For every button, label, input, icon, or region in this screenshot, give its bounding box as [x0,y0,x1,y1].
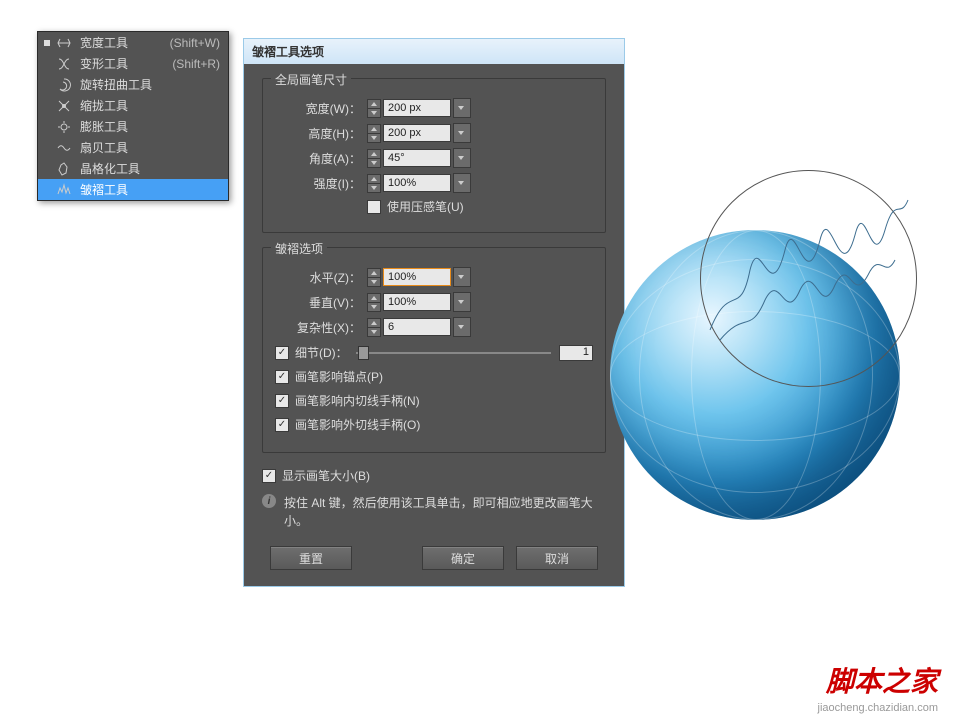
intan-checkbox[interactable] [275,394,289,408]
intensity-label: 强度(I)： [275,175,361,192]
pucker-icon [56,98,72,114]
selected-marker [44,40,50,46]
intensity-dropdown[interactable] [453,173,471,193]
tool-shortcut: (Shift+W) [170,36,220,50]
complex-dropdown[interactable] [453,317,471,337]
horiz-step-up[interactable] [367,268,381,277]
global-brush-group: 全局画笔尺寸 宽度(W)：高度(H)：角度(A)：强度(I)： 使用压感笔(U) [262,78,606,233]
complex-input[interactable] [383,318,451,336]
height-step-up[interactable] [367,124,381,133]
crystal-icon [56,161,72,177]
tool-label: 变形工具 [80,55,172,72]
tool-label: 膨胀工具 [80,118,220,135]
wrinkle-tool-options-dialog: 皱褶工具选项 全局画笔尺寸 宽度(W)： 高度(H)： 角度(A)： 强度(I)： 使… [243,38,625,587]
vert-label: 垂直(V)： [275,294,361,311]
tool-label: 晶格化工具 [80,160,220,177]
tool-shortcut: (Shift+R) [172,57,220,71]
slider-handle[interactable] [358,346,369,360]
height-input[interactable] [383,124,451,142]
horiz-input[interactable] [383,268,451,286]
width-label: 宽度(W)： [275,100,361,117]
width-dropdown[interactable] [453,98,471,118]
tool-item-wrinkle[interactable]: 皱褶工具 [38,179,228,200]
tool-item-bloat[interactable]: 膨胀工具 [38,116,228,137]
showbrush-label: 显示画笔大小(B) [282,467,370,484]
dialog-title: 皱褶工具选项 [244,39,624,64]
angle-label: 角度(A)： [275,150,361,167]
reset-button[interactable]: 重置 [270,546,352,570]
tool-label: 皱褶工具 [80,181,220,198]
group-label: 皱褶选项 [271,240,327,257]
angle-input[interactable] [383,149,451,167]
tool-item-warp[interactable]: 变形工具(Shift+R) [38,53,228,74]
showbrush-checkbox[interactable] [262,469,276,483]
ok-button[interactable]: 确定 [422,546,504,570]
height-label: 高度(H)： [275,125,361,142]
tip: i 按住 Alt 键，然后使用该工具单击，即可相应地更改画笔大小。 [262,494,606,530]
horiz-dropdown[interactable] [453,267,471,287]
cancel-button[interactable]: 取消 [516,546,598,570]
complex-label: 复杂性(X)： [275,319,361,336]
wrinkle-icon [56,182,72,198]
complex-step-down[interactable] [367,327,381,337]
vert-input[interactable] [383,293,451,311]
width-input[interactable] [383,99,451,117]
intensity-step-up[interactable] [367,174,381,183]
anchor-label: 画笔影响锚点(P) [295,368,383,385]
tool-item-twirl[interactable]: 旋转扭曲工具 [38,74,228,95]
bloat-icon [56,119,72,135]
twirl-icon [56,77,72,93]
vert-step-down[interactable] [367,302,381,312]
info-icon: i [262,494,276,508]
tool-item-pucker[interactable]: 缩拢工具 [38,95,228,116]
tip-text: 按住 Alt 键，然后使用该工具单击，即可相应地更改画笔大小。 [284,494,606,530]
width-step-down[interactable] [367,108,381,118]
watermark-sub: jiaocheng.chazidian.com [818,702,938,714]
intensity-input[interactable] [383,174,451,192]
height-step-down[interactable] [367,133,381,143]
tool-item-crystal[interactable]: 晶格化工具 [38,158,228,179]
width-step-up[interactable] [367,99,381,108]
angle-dropdown[interactable] [453,148,471,168]
tool-item-width[interactable]: 宽度工具(Shift+W) [38,32,228,53]
wrinkle-options-group: 皱褶选项 水平(Z)：垂直(V)：复杂性(X)： 细节(D)： 1 画笔影响锚点… [262,247,606,453]
tool-label: 缩拢工具 [80,97,220,114]
group-label: 全局画笔尺寸 [271,71,351,88]
pressure-label: 使用压感笔(U) [387,198,464,215]
tool-palette: 宽度工具(Shift+W)变形工具(Shift+R)旋转扭曲工具缩拢工具膨胀工具… [37,31,229,201]
horiz-step-down[interactable] [367,277,381,287]
height-dropdown[interactable] [453,123,471,143]
wrinkle-path [690,180,920,380]
angle-step-up[interactable] [367,149,381,158]
complex-step-up[interactable] [367,318,381,327]
horiz-label: 水平(Z)： [275,269,361,286]
pressure-checkbox[interactable] [367,200,381,214]
detail-label: 细节(D)： [295,344,348,361]
vert-dropdown[interactable] [453,292,471,312]
vert-step-up[interactable] [367,293,381,302]
intan-label: 画笔影响内切线手柄(N) [295,392,420,409]
watermark: 脚本之家 [826,660,938,700]
warp-icon [56,56,72,72]
tool-label: 宽度工具 [80,34,170,51]
tool-item-scallop[interactable]: 扇贝工具 [38,137,228,158]
tool-label: 扇贝工具 [80,139,220,156]
outtan-label: 画笔影响外切线手柄(O) [295,416,420,433]
outtan-checkbox[interactable] [275,418,289,432]
anchor-checkbox[interactable] [275,370,289,384]
canvas-artwork [610,170,920,540]
detail-value[interactable]: 1 [559,345,593,361]
intensity-step-down[interactable] [367,183,381,193]
width-icon [56,35,72,51]
scallop-icon [56,140,72,156]
detail-checkbox[interactable] [275,346,289,360]
detail-slider[interactable] [356,352,551,354]
tool-label: 旋转扭曲工具 [80,76,220,93]
angle-step-down[interactable] [367,158,381,168]
